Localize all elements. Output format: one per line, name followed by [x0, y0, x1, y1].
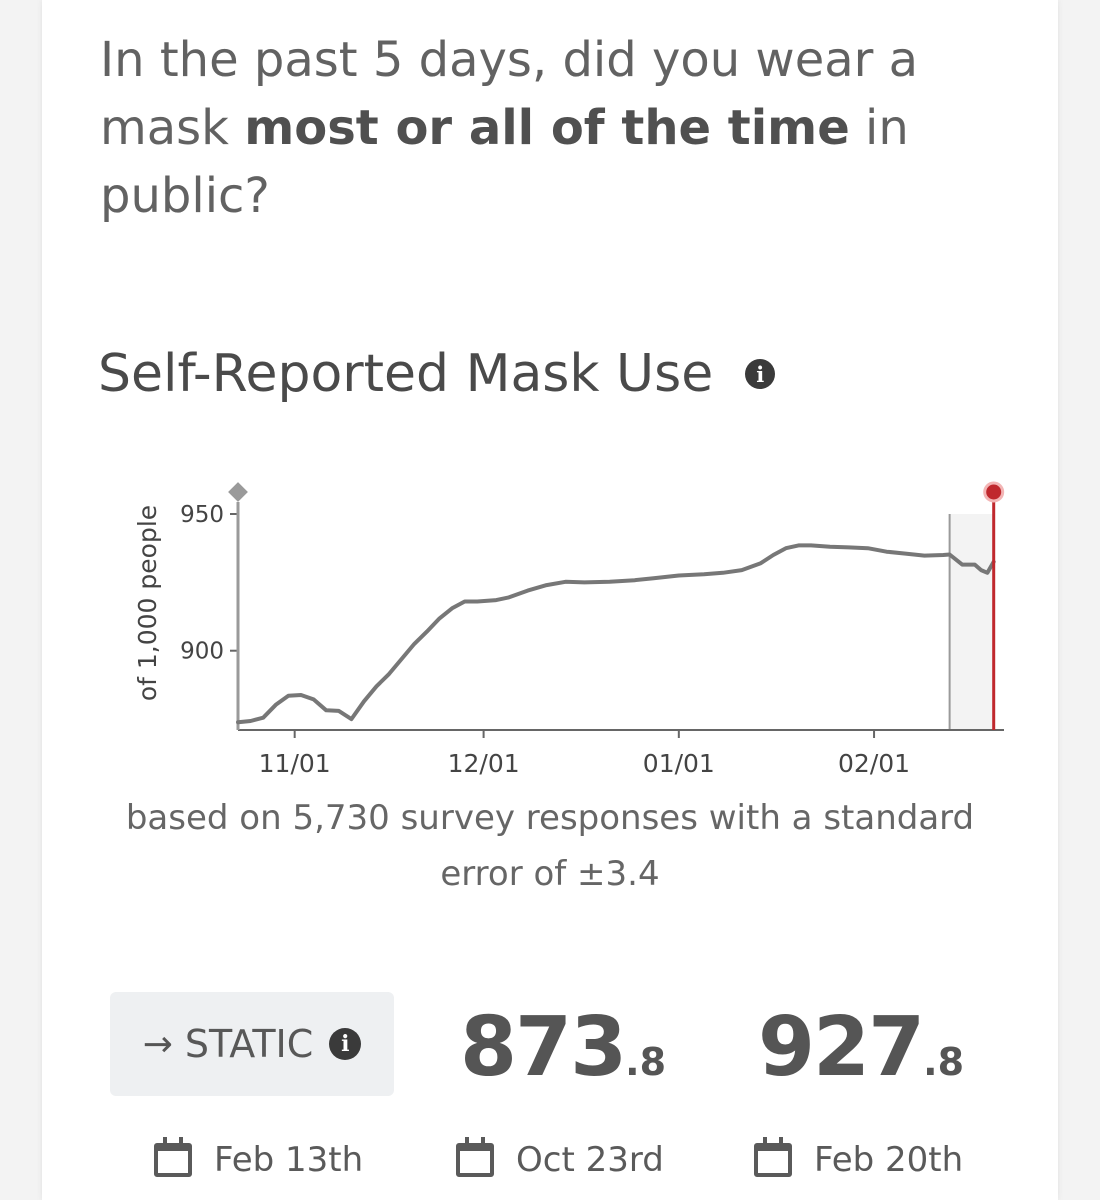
stat-end-decimal: .8 [923, 1040, 965, 1084]
calendar-icon [154, 1137, 192, 1177]
end-marker-dot [983, 481, 1005, 503]
info-icon[interactable]: i [329, 1028, 362, 1060]
info-icon[interactable]: i [745, 359, 776, 389]
badge-date: Feb 13th [154, 1137, 364, 1180]
x-tick-label: 02/01 [838, 749, 910, 778]
stat-start-whole: 873 [460, 1000, 627, 1095]
stat-end-whole: 927 [758, 1000, 925, 1095]
x-tick-label: 12/01 [448, 749, 520, 778]
series-line [236, 543, 996, 725]
y-tick-label: 900 [180, 639, 224, 665]
caption: based on 5,730 survey responses with a s… [125, 798, 975, 894]
highlight-band [949, 514, 994, 730]
stat-start-value: 873.8 [460, 1000, 666, 1095]
arrow-right-icon: → [142, 1023, 173, 1065]
stat-end-date: Feb 20th [754, 1137, 964, 1180]
calendar-icon [754, 1137, 792, 1177]
plot-area: 900 950 11/01 12/01 01/01 02/01 [180, 481, 1005, 778]
calendar-icon [456, 1137, 494, 1177]
survey-card: In the past 5 days, did you wear a mask … [42, 0, 1058, 1200]
chart-title: Self-Reported Mask Use i [98, 344, 776, 404]
chart-title-text: Self-Reported Mask Use [98, 344, 714, 404]
stat-start-decimal: .8 [625, 1040, 667, 1084]
stat-end-value: 927.8 [758, 1000, 964, 1095]
question-emphasis: most or all of the time [244, 100, 850, 156]
mask-use-chart: of 1,000 people 900 950 11/01 12/01 01/01 02/… [133, 481, 1005, 778]
x-tick-label: 01/01 [643, 749, 715, 778]
static-badge[interactable]: → STATIC i [110, 992, 394, 1096]
badge-date-text: Feb 13th [214, 1140, 364, 1180]
y-axis-label: of 1,000 people [133, 505, 162, 701]
question-text: In the past 5 days, did you wear a mask … [100, 26, 980, 230]
stat-start-date-text: Oct 23rd [516, 1140, 664, 1180]
stat-start-date: Oct 23rd [456, 1137, 664, 1180]
start-marker-diamond [228, 482, 248, 502]
y-tick-label: 950 [180, 502, 224, 528]
x-tick-label: 11/01 [259, 749, 331, 778]
stat-end-date-text: Feb 20th [814, 1140, 964, 1180]
static-label: STATIC [184, 1022, 314, 1066]
